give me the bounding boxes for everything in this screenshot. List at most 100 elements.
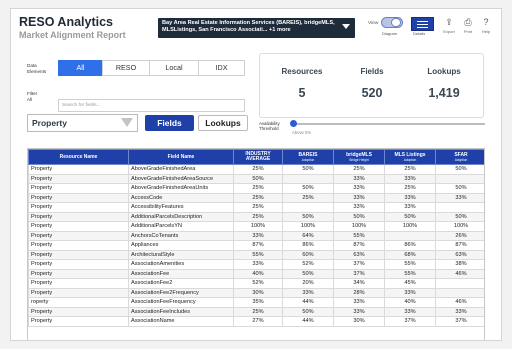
view-label: View xyxy=(368,21,379,26)
table-row[interactable]: Property AssociationFee 40% 50% 37% 55% 46% xyxy=(28,268,484,279)
field-name-cell: AboveGradeFinishedAreaUnits xyxy=(128,183,234,194)
adoption-cell: 55% xyxy=(333,230,385,241)
table-row[interactable]: roperty AssociationFeeFrequency 35% 44% 33% 4… xyxy=(28,297,484,308)
table-row[interactable]: Property AssociationName 27% 44% 30% 37% 37% xyxy=(28,316,484,327)
mls-selector[interactable]: Bay Area Real Estate Information Service… xyxy=(158,18,355,38)
app-title: RESO Analytics xyxy=(19,15,114,29)
adoption-cell: 38% xyxy=(435,259,484,270)
column-header-label: Resource Name xyxy=(59,153,98,160)
table-body: Property AboveGradeFinishedArea 25% 50% 25% 2… xyxy=(28,164,484,327)
adoption-cell: 100% xyxy=(233,221,283,232)
adoption-cell: 55% xyxy=(384,259,436,270)
segment-idx[interactable]: IDX xyxy=(198,60,245,76)
table-row[interactable]: Property AssociationAmenities 33% 52% 37% 55%… xyxy=(28,259,484,270)
search-input[interactable]: Search for fields... xyxy=(58,99,245,112)
threshold-slider-handle[interactable] xyxy=(290,120,297,127)
filter-label: Filter All xyxy=(27,91,38,102)
table-row[interactable]: Property AssociationFee2Frequency 30% 33% 28… xyxy=(28,287,484,298)
column-header[interactable]: BAREIS Adoption xyxy=(282,149,334,165)
adoption-cell: 33% xyxy=(233,230,283,241)
adoption-cell: 50% xyxy=(384,211,436,222)
adoption-cell: 100% xyxy=(333,221,385,232)
list-icon-line xyxy=(417,27,428,28)
table-row[interactable]: Property AccessibilityFeatures 25% 33% 33% xyxy=(28,202,484,213)
table-row[interactable]: Property AssociationFee2 52% 20% 34% 45% xyxy=(28,278,484,289)
adoption-cell: 33% xyxy=(384,202,436,213)
adoption-cell: 45% xyxy=(384,278,436,289)
adoption-cell xyxy=(435,278,484,289)
column-header-label: BAREIS xyxy=(298,151,318,158)
fields-button[interactable]: Fields xyxy=(145,115,194,131)
threshold-slider-track[interactable] xyxy=(292,123,485,125)
adoption-cell: 33% xyxy=(333,202,385,213)
table-row[interactable]: Property AboveGradeFinishedArea 25% 50% 25% 2… xyxy=(28,164,484,175)
adoption-cell: 55% xyxy=(384,268,436,279)
table-row[interactable]: Property ArchitecturalStyle 55% 60% 63% 68% 63… xyxy=(28,249,484,260)
resources-label: Resources xyxy=(281,67,323,76)
adoption-cell: 33% xyxy=(333,192,385,203)
field-name-cell: AssociationName xyxy=(128,316,234,327)
column-header[interactable]: Resource Name xyxy=(28,149,129,165)
resource-type-select[interactable]: Property xyxy=(27,114,138,132)
column-header-sub: Adoption xyxy=(454,157,468,162)
stats-card: Resources 5 Fields 520 Lookups 1,419 xyxy=(259,53,484,118)
table-row[interactable]: Property AccessCode 25% 25% 33% 33% 33% xyxy=(28,192,484,203)
adoption-cell: 25% xyxy=(384,183,436,194)
column-header[interactable]: MLS Listings Adoption xyxy=(384,149,436,165)
column-header[interactable]: INDUSTRY AVERAGE xyxy=(233,149,283,165)
adoption-cell: 33% xyxy=(435,306,484,317)
list-icon-line xyxy=(417,24,428,25)
adoption-cell: 44% xyxy=(282,297,334,308)
lookups-button[interactable]: Lookups xyxy=(198,115,248,131)
caret-down-icon xyxy=(342,24,350,29)
table-row[interactable]: Property Appliances 87% 86% 87% 86% 87% xyxy=(28,240,484,251)
adoption-cell: 50% xyxy=(282,268,334,279)
adoption-cell: 87% xyxy=(233,240,283,251)
fields-value: 520 xyxy=(361,86,383,100)
alignment-table: Resource Name Field Name INDUSTRY AVERAGE B… xyxy=(27,148,485,340)
table-row[interactable]: Property AboveGradeFinishedAreaUnits 25% 50… xyxy=(28,183,484,194)
resource-cell: Property xyxy=(28,249,129,260)
table-row[interactable]: Property AboveGradeFinishedAreaSource 50% 3… xyxy=(28,173,484,184)
field-name-cell: AboveGradeFinishedAreaSource xyxy=(128,173,234,184)
segment-all[interactable]: All xyxy=(58,60,103,76)
segment-local[interactable]: Local xyxy=(149,60,199,76)
help-icon[interactable]: ? xyxy=(480,17,492,28)
adoption-cell: 34% xyxy=(333,278,385,289)
column-header[interactable]: bridgeMLS Bridge Height xyxy=(333,149,385,165)
column-header-label: MLS Listings xyxy=(394,151,426,158)
resource-cell: Property xyxy=(28,221,129,232)
resources-value: 5 xyxy=(298,86,306,100)
adoption-cell: 37% xyxy=(384,316,436,327)
adoption-cell: 33% xyxy=(384,306,436,317)
field-name-cell: AccessCode xyxy=(128,192,234,203)
column-header[interactable]: Field Name xyxy=(128,149,234,165)
adoption-cell: 25% xyxy=(282,192,334,203)
table-row[interactable]: Property AdditionalParcelsDescription 25% 5… xyxy=(28,211,484,222)
adoption-cell: 35% xyxy=(233,297,283,308)
resource-cell: Property xyxy=(28,316,129,327)
adoption-cell: 28% xyxy=(333,287,385,298)
adoption-cell: 55% xyxy=(233,249,283,260)
table-row[interactable]: Property AnchorsCoTenants 33% 64% 55% 26% xyxy=(28,230,484,241)
resource-cell: Property xyxy=(28,278,129,289)
table-row[interactable]: Property AssociationFeeIncludes 25% 50% 33% 3… xyxy=(28,306,484,317)
resource-cell: Property xyxy=(28,268,129,279)
adoption-cell: 50% xyxy=(435,183,484,194)
print-icon[interactable]: ⎙ xyxy=(462,17,474,28)
column-header[interactable]: SFAR Adoption xyxy=(435,149,484,165)
resource-cell: Property xyxy=(28,173,129,184)
adoption-cell: 60% xyxy=(282,249,334,260)
field-name-cell: AssociationFee xyxy=(128,268,234,279)
view-toggle[interactable] xyxy=(381,17,403,28)
lookups-value: 1,419 xyxy=(428,86,460,100)
table-row[interactable]: Property AdditionalParcelsYN 100% 100% 100% 1… xyxy=(28,221,484,232)
adoption-cell: 87% xyxy=(333,240,385,251)
details-button[interactable] xyxy=(411,17,434,31)
adoption-cell: 86% xyxy=(282,240,334,251)
adoption-cell: 52% xyxy=(282,259,334,270)
adoption-cell xyxy=(435,287,484,298)
export-icon[interactable]: ⇪ xyxy=(443,17,455,28)
segment-reso[interactable]: RESO xyxy=(102,60,150,76)
adoption-cell: 27% xyxy=(233,316,283,327)
